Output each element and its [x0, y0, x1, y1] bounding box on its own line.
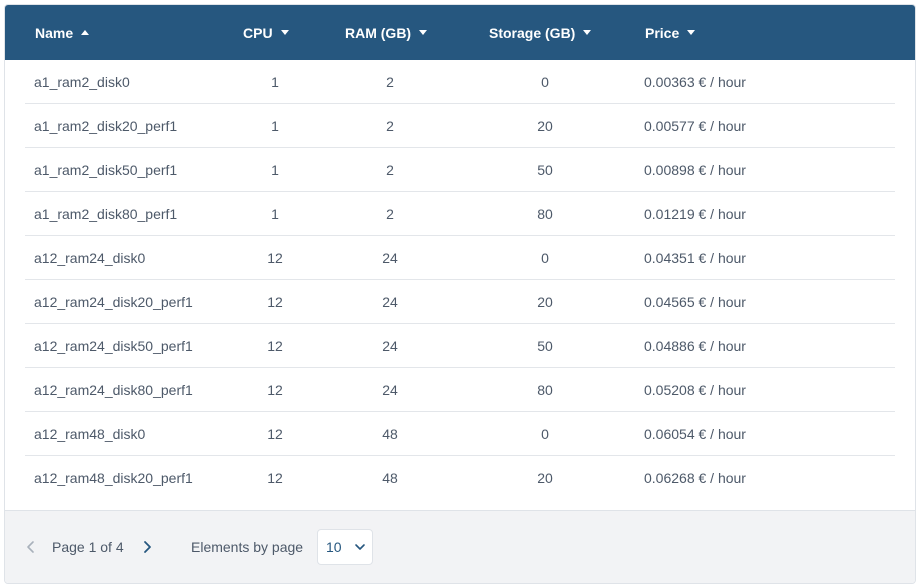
- cell-name: a1_ram2_disk80_perf1: [34, 206, 178, 222]
- cell-cpu: 12: [267, 294, 283, 310]
- next-page-button[interactable]: [135, 535, 159, 559]
- column-header-price[interactable]: Price: [645, 5, 696, 60]
- column-header-storage[interactable]: Storage (GB): [489, 5, 592, 60]
- cell-cpu: 1: [271, 162, 279, 178]
- cell-name: a1_ram2_disk50_perf1: [34, 162, 178, 178]
- cell-ram: 2: [386, 118, 394, 134]
- cell-storage: 0: [541, 250, 549, 266]
- chevron-left-icon: [27, 541, 34, 553]
- cell-storage: 20: [537, 118, 553, 134]
- caret-down-icon: [583, 30, 592, 35]
- table-row: a1_ram2_disk80_perf1 1 2 80 0.01219 € / …: [25, 192, 895, 236]
- column-header-label: Storage (GB): [489, 24, 576, 41]
- cell-name: a12_ram24_disk50_perf1: [34, 338, 193, 354]
- cell-price: 0.06268 € / hour: [644, 470, 746, 486]
- cell-ram: 24: [382, 338, 398, 354]
- cell-name: a12_ram48_disk20_perf1: [34, 470, 193, 486]
- table-row: a12_ram24_disk50_perf1 12 24 50 0.04886 …: [25, 324, 895, 368]
- column-header-label: Price: [645, 24, 680, 41]
- cell-cpu: 12: [267, 426, 283, 442]
- cell-cpu: 1: [271, 118, 279, 134]
- table-row: a12_ram24_disk0 12 24 0 0.04351 € / hour: [25, 236, 895, 280]
- column-header-cpu[interactable]: CPU: [243, 5, 289, 60]
- cell-price: 0.01219 € / hour: [644, 206, 746, 222]
- cell-price: 0.06054 € / hour: [644, 426, 746, 442]
- table-row: a1_ram2_disk20_perf1 1 2 20 0.00577 € / …: [25, 104, 895, 148]
- page-indicator: Page 1 of 4: [52, 539, 124, 555]
- cell-name: a12_ram24_disk0: [34, 250, 146, 266]
- cell-cpu: 12: [267, 338, 283, 354]
- cell-name: a12_ram24_disk20_perf1: [34, 294, 193, 310]
- table-row: a12_ram24_disk20_perf1 12 24 20 0.04565 …: [25, 280, 895, 324]
- caret-down-icon: [419, 30, 428, 35]
- cell-name: a12_ram48_disk0: [34, 426, 146, 442]
- cell-ram: 24: [382, 382, 398, 398]
- cell-price: 0.04565 € / hour: [644, 294, 746, 310]
- cell-cpu: 1: [271, 74, 279, 90]
- previous-page-button[interactable]: [19, 535, 43, 559]
- elements-by-page-label: Elements by page: [191, 539, 304, 555]
- cell-ram: 48: [382, 470, 398, 486]
- cell-price: 0.04351 € / hour: [644, 250, 746, 266]
- cell-price: 0.04886 € / hour: [644, 338, 746, 354]
- cell-cpu: 12: [267, 470, 283, 486]
- cell-name: a12_ram24_disk80_perf1: [34, 382, 193, 398]
- table-row: a12_ram48_disk20_perf1 12 48 20 0.06268 …: [25, 456, 895, 500]
- chevron-right-icon: [144, 541, 151, 553]
- cell-cpu: 1: [271, 206, 279, 222]
- cell-price: 0.05208 € / hour: [644, 382, 746, 398]
- cell-price: 0.00363 € / hour: [644, 74, 746, 90]
- cell-price: 0.00898 € / hour: [644, 162, 746, 178]
- cell-ram: 48: [382, 426, 398, 442]
- cell-ram: 2: [386, 206, 394, 222]
- cell-storage: 0: [541, 74, 549, 90]
- cell-storage: 20: [537, 294, 553, 310]
- table-body: a1_ram2_disk0 1 2 0 0.00363 € / hour a1_…: [5, 60, 915, 500]
- cell-ram: 24: [382, 294, 398, 310]
- cell-ram: 2: [386, 162, 394, 178]
- elements-by-page-value: 10: [326, 539, 342, 555]
- cell-ram: 24: [382, 250, 398, 266]
- cell-price: 0.00577 € / hour: [644, 118, 746, 134]
- cell-cpu: 12: [267, 382, 283, 398]
- cell-name: a1_ram2_disk0: [34, 74, 130, 90]
- table-row: a1_ram2_disk50_perf1 1 2 50 0.00898 € / …: [25, 148, 895, 192]
- cell-storage: 50: [537, 338, 553, 354]
- cell-cpu: 12: [267, 250, 283, 266]
- caret-up-icon: [81, 30, 90, 35]
- pagination-bar: Page 1 of 4 Elements by page 10: [5, 510, 915, 583]
- cell-storage: 0: [541, 426, 549, 442]
- column-header-label: RAM (GB): [345, 24, 412, 41]
- cell-name: a1_ram2_disk20_perf1: [34, 118, 178, 134]
- table-row: a1_ram2_disk0 1 2 0 0.00363 € / hour: [25, 60, 895, 104]
- column-header-name[interactable]: Name: [35, 5, 90, 60]
- column-header-label: CPU: [243, 24, 273, 41]
- chevron-down-icon: [355, 544, 365, 550]
- caret-down-icon: [687, 30, 696, 35]
- cell-storage: 50: [537, 162, 553, 178]
- table-header: Name CPU RAM (GB) Storage (GB) Price: [5, 5, 915, 60]
- instance-table: Name CPU RAM (GB) Storage (GB) Price a1_…: [4, 4, 916, 584]
- cell-ram: 2: [386, 74, 394, 90]
- elements-by-page-select[interactable]: 10: [317, 529, 373, 565]
- caret-down-icon: [280, 30, 289, 35]
- cell-storage: 20: [537, 470, 553, 486]
- table-row: a12_ram48_disk0 12 48 0 0.06054 € / hour: [25, 412, 895, 456]
- cell-storage: 80: [537, 382, 553, 398]
- cell-storage: 80: [537, 206, 553, 222]
- table-row: a12_ram24_disk80_perf1 12 24 80 0.05208 …: [25, 368, 895, 412]
- column-header-ram[interactable]: RAM (GB): [345, 5, 428, 60]
- column-header-label: Name: [35, 24, 74, 41]
